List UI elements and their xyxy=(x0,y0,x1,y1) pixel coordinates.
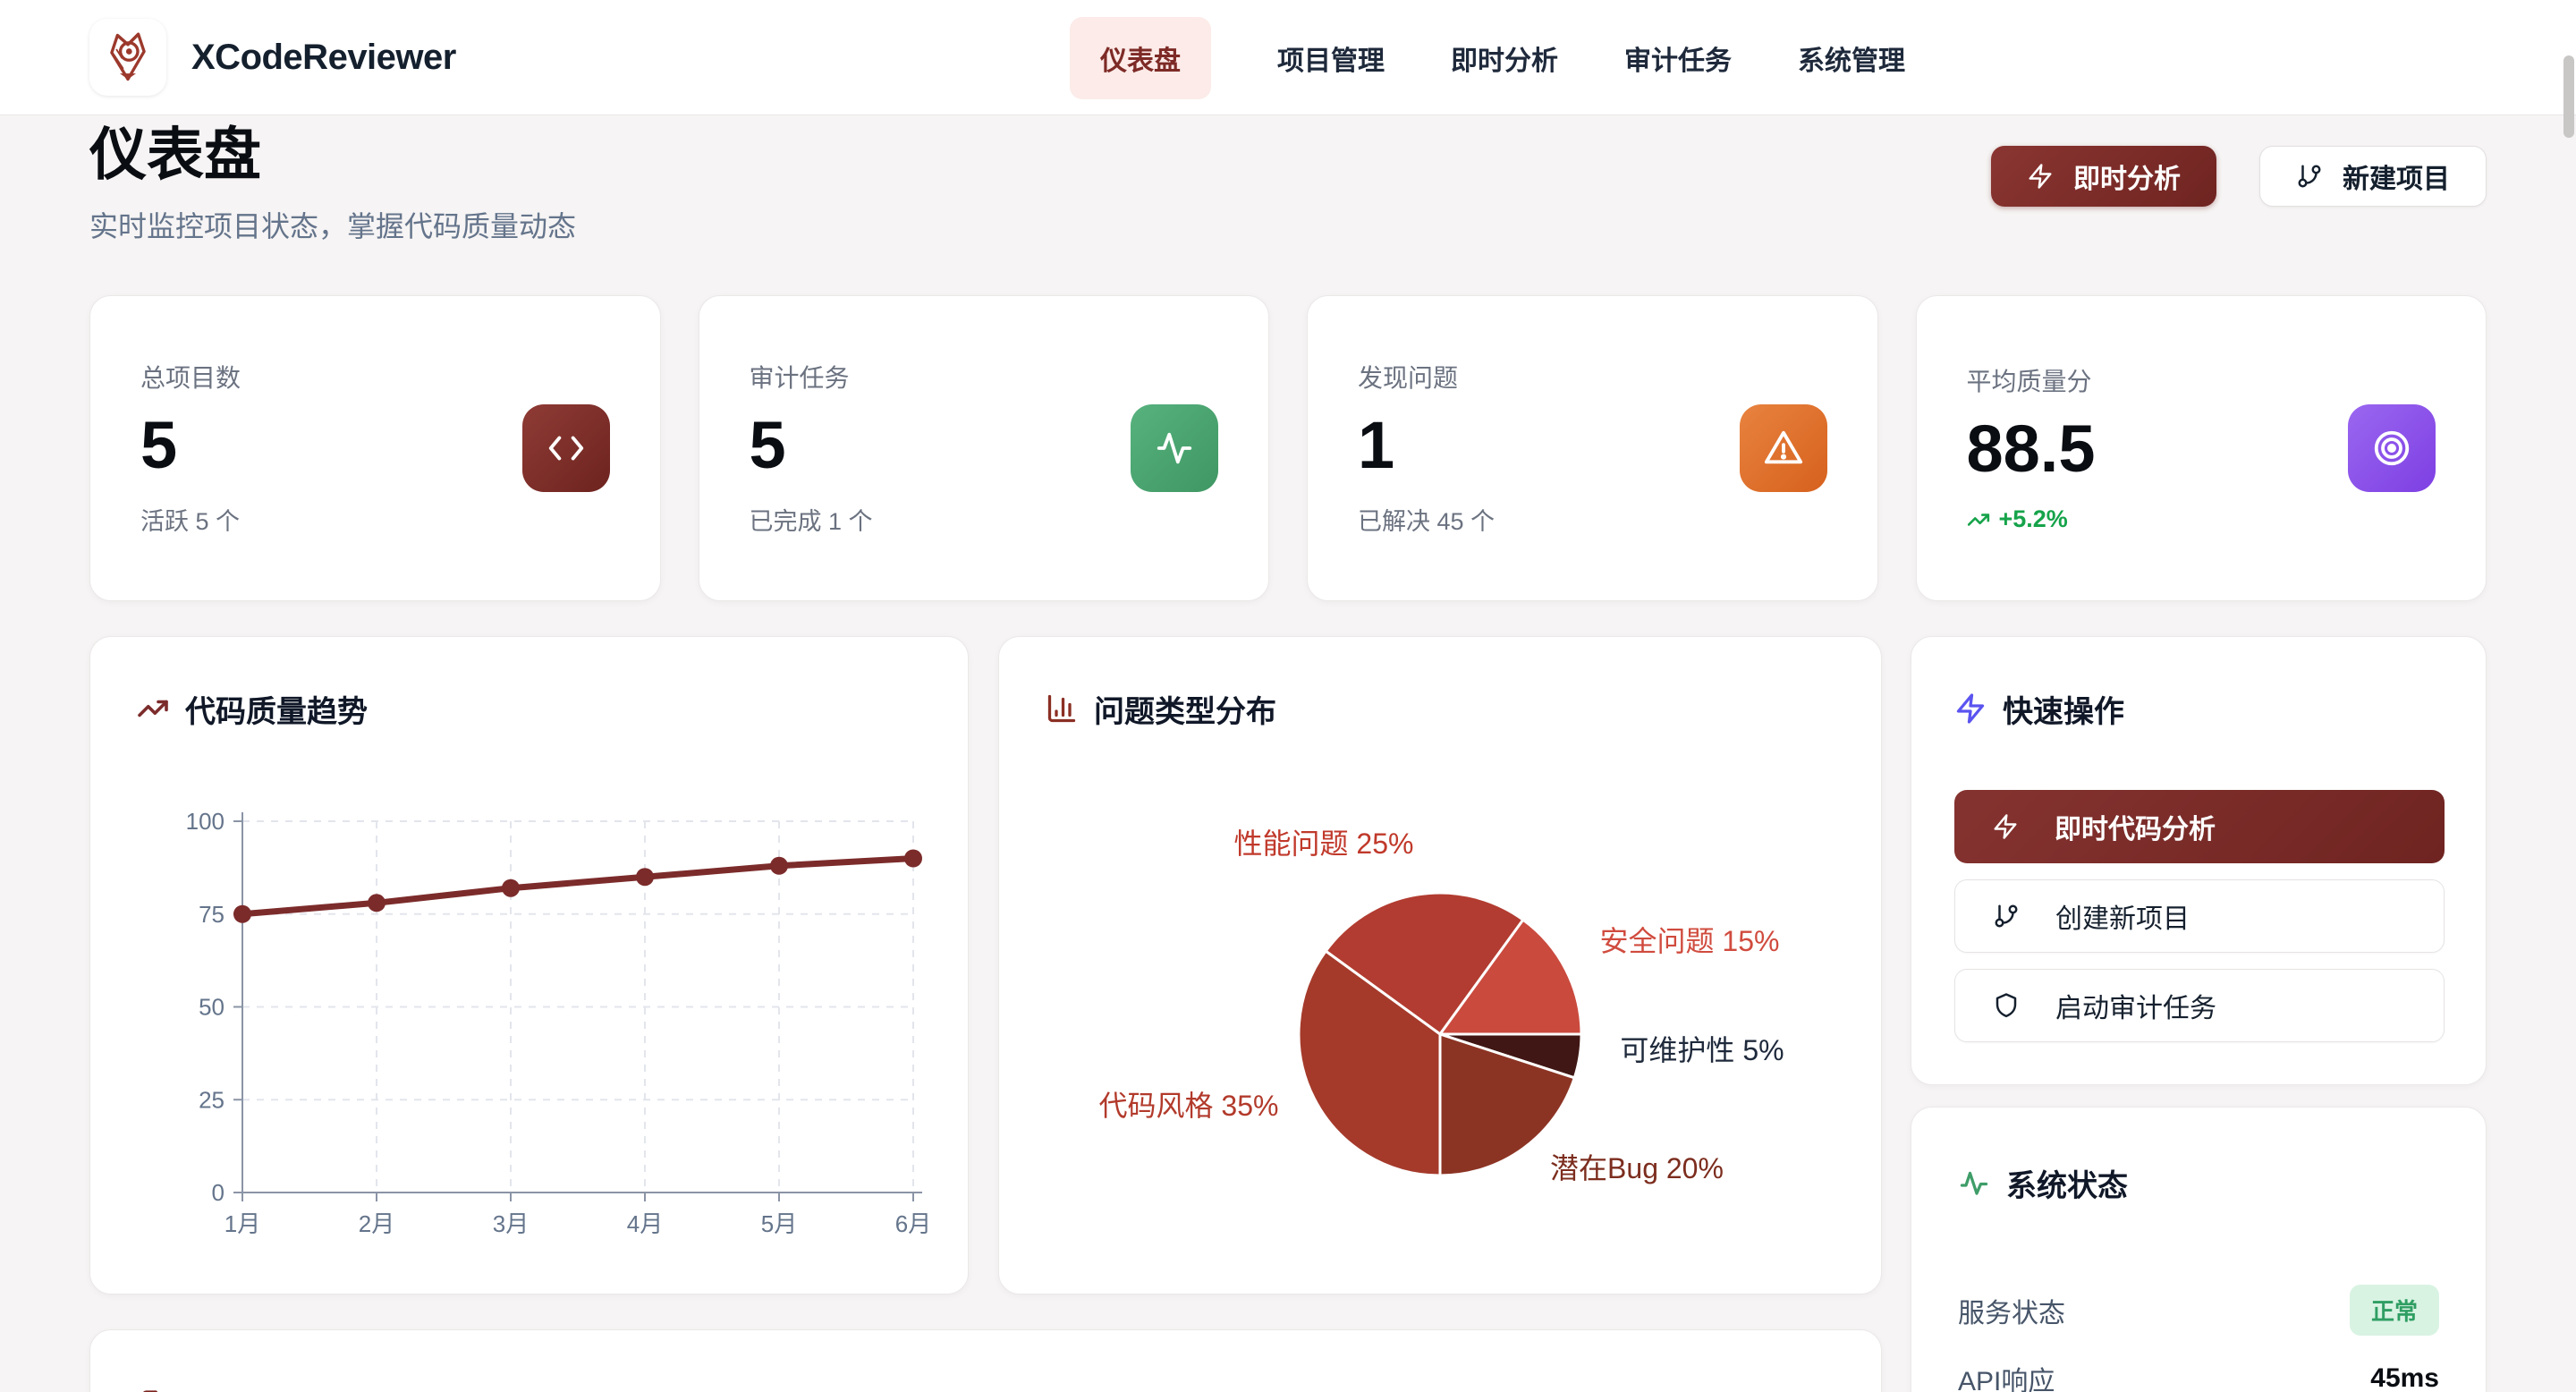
quality-trend-label: 代码质量趋势 xyxy=(185,687,368,731)
stat-sub: 活跃 5 个 xyxy=(140,502,610,537)
shield-icon xyxy=(1993,992,2020,1019)
app-title: XCodeReviewer xyxy=(191,38,456,78)
issue-distribution-card: 问题类型分布 性能问题 25% 安全问题 15% 可维护性 5% 潜在Bug 2… xyxy=(998,636,1882,1294)
scrollbar-track[interactable] xyxy=(2562,52,2574,1385)
nav-item-projects[interactable]: 项目管理 xyxy=(1277,38,1385,78)
system-status-rows: 服务状态 正常 API响应 45ms xyxy=(1958,1277,2439,1392)
quality-trend-chart: 0 25 50 75 100 1月 2月 3月 4月 5月 6月 xyxy=(90,771,970,1272)
git-branch-icon xyxy=(2296,163,2323,190)
stat-label: 平均质量分 xyxy=(1967,362,2436,398)
stat-sub: 已解决 45 个 xyxy=(1358,502,1827,537)
system-status-title: 系统状态 xyxy=(1958,1161,2439,1205)
target-icon xyxy=(2348,404,2436,492)
trending-up-icon xyxy=(137,692,169,725)
svg-text:25: 25 xyxy=(199,1086,225,1113)
page-header: 仪表盘 实时监控项目状态，掌握代码质量动态 即时分析 新建项目 xyxy=(89,121,2487,245)
code-icon xyxy=(522,404,610,492)
project-overview-title: 项目概览 xyxy=(137,1384,1835,1392)
nav-item-audit-tasks[interactable]: 审计任务 xyxy=(1624,38,1732,78)
service-status-row: 服务状态 正常 xyxy=(1958,1277,2439,1345)
charts-row: 代码质量趋势 0 25 50 75 100 1月 2月 3月 4月 5月 6月 问题类型分布 性能问… xyxy=(89,636,2487,1294)
start-audit-label: 启动审计任务 xyxy=(2055,986,2216,1025)
svg-text:4月: 4月 xyxy=(627,1210,663,1237)
brand[interactable]: XCodeReviewer xyxy=(89,19,456,96)
stat-label: 审计任务 xyxy=(750,359,1219,395)
app-logo-icon xyxy=(89,19,166,96)
page-title: 仪表盘 xyxy=(89,121,576,190)
quick-actions-card: 快速操作 即时代码分析 创建新项目 启动审计任务 xyxy=(1911,636,2487,1085)
pie-label-code-style: 代码风格 35% xyxy=(1099,1083,1279,1125)
stat-card-avg-quality: 平均质量分 88.5 +5.2% xyxy=(1916,295,2487,601)
instant-analysis-label: 即时分析 xyxy=(2073,157,2181,196)
api-response-label: API响应 xyxy=(1958,1359,2055,1392)
svg-text:75: 75 xyxy=(199,901,225,928)
stat-cards: 总项目数 5 活跃 5 个 审计任务 5 已完成 1 个 发现问题 1 已解决 … xyxy=(89,295,2487,601)
quality-trend-card: 代码质量趋势 0 25 50 75 100 1月 2月 3月 4月 5月 6月 xyxy=(89,636,969,1294)
zap-icon xyxy=(1992,813,2019,840)
zap-icon xyxy=(2027,163,2054,190)
instant-code-analysis-label: 即时代码分析 xyxy=(2055,807,2216,846)
project-overview-label: 项目概览 xyxy=(185,1384,307,1392)
system-status-card: 系统状态 服务状态 正常 API响应 45ms xyxy=(1911,1107,2487,1392)
svg-text:6月: 6月 xyxy=(895,1210,931,1237)
svg-text:0: 0 xyxy=(212,1179,225,1206)
nav-menu: 仪表盘 项目管理 即时分析 审计任务 系统管理 xyxy=(1070,0,1905,115)
zap-icon xyxy=(1954,692,1987,725)
stat-card-total-projects: 总项目数 5 活跃 5 个 xyxy=(89,295,661,601)
create-project-label: 创建新项目 xyxy=(2055,896,2190,936)
nav-item-system-admin[interactable]: 系统管理 xyxy=(1798,38,1905,78)
nav-item-dashboard[interactable]: 仪表盘 xyxy=(1070,17,1211,99)
scrollbar-thumb[interactable] xyxy=(2563,55,2574,138)
project-overview-card: 项目概览 xyxy=(89,1329,1882,1392)
nav-item-instant-analysis[interactable]: 即时分析 xyxy=(1451,38,1558,78)
service-status-badge: 正常 xyxy=(2350,1285,2439,1336)
stat-sub: 已完成 1 个 xyxy=(750,502,1219,537)
main-content: 仪表盘 实时监控项目状态，掌握代码质量动态 即时分析 新建项目 总项目数 5 活… xyxy=(0,115,2576,1392)
git-branch-icon xyxy=(1993,903,2020,929)
system-status-label: 系统状态 xyxy=(2006,1161,2128,1205)
stat-trend: +5.2% xyxy=(1967,505,2436,533)
stat-card-issues-found: 发现问题 1 已解决 45 个 xyxy=(1307,295,1878,601)
trending-up-icon xyxy=(1967,508,1990,531)
new-project-label: 新建项目 xyxy=(2343,157,2450,196)
pie-label-performance: 性能问题 25% xyxy=(1234,821,1414,862)
alert-triangle-icon xyxy=(1740,404,1827,492)
stat-label: 总项目数 xyxy=(140,359,610,395)
instant-analysis-button[interactable]: 即时分析 xyxy=(1991,146,2216,207)
new-project-button[interactable]: 新建项目 xyxy=(2259,146,2487,207)
svg-text:50: 50 xyxy=(199,993,225,1020)
svg-text:5月: 5月 xyxy=(761,1210,797,1237)
issue-pie-chart: 性能问题 25% 安全问题 15% 可维护性 5% 潜在Bug 20% 代码风格… xyxy=(999,637,1883,1295)
page-subtitle: 实时监控项目状态，掌握代码质量动态 xyxy=(89,204,576,245)
pie-label-potential-bug: 潜在Bug 20% xyxy=(1550,1146,1724,1187)
svg-text:100: 100 xyxy=(186,808,225,835)
create-project-button[interactable]: 创建新项目 xyxy=(1954,879,2445,953)
service-status-label: 服务状态 xyxy=(1958,1291,2065,1330)
stat-label: 发现问题 xyxy=(1358,359,1827,395)
stat-card-audit-tasks: 审计任务 5 已完成 1 个 xyxy=(699,295,1270,601)
activity-icon xyxy=(1958,1167,1990,1199)
pie-label-security: 安全问题 15% xyxy=(1600,919,1780,960)
start-audit-button[interactable]: 启动审计任务 xyxy=(1954,969,2445,1042)
quality-trend-title: 代码质量趋势 xyxy=(137,687,921,731)
pie-label-maintainability: 可维护性 5% xyxy=(1620,1028,1784,1069)
quick-actions-title: 快速操作 xyxy=(1954,687,2443,731)
api-response-row: API响应 45ms xyxy=(1958,1345,2439,1392)
svg-text:1月: 1月 xyxy=(225,1210,260,1237)
svg-text:3月: 3月 xyxy=(493,1210,529,1237)
header-actions: 即时分析 新建项目 xyxy=(1991,146,2487,207)
top-nav: XCodeReviewer 仪表盘 项目管理 即时分析 审计任务 系统管理 xyxy=(0,0,2576,115)
svg-text:2月: 2月 xyxy=(359,1210,394,1237)
trend-value: +5.2% xyxy=(1999,505,2068,533)
api-response-value: 45ms xyxy=(2370,1363,2439,1392)
activity-icon xyxy=(1131,404,1218,492)
quick-actions-label: 快速操作 xyxy=(2003,687,2124,731)
instant-code-analysis-button[interactable]: 即时代码分析 xyxy=(1954,790,2445,863)
